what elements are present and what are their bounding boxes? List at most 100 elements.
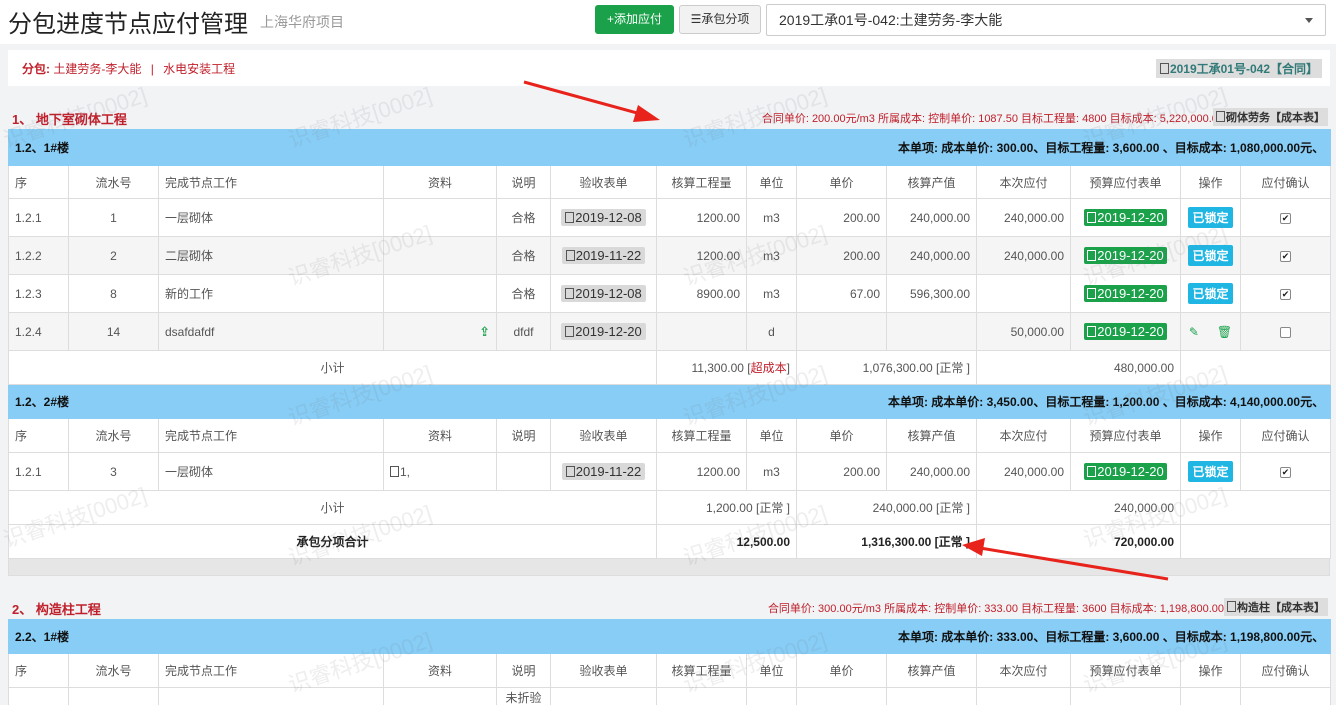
building-group-row: 2.2、1#楼 本单项: 成本单价: 333.00、目标工程量: 3,600.00… [7,619,1332,654]
building-group-row: 1.2、1#楼 本单项: 成本单价: 300.00、目标工程量: 3,600.00… [7,129,1332,166]
cost-sheet-button[interactable]: 构造柱【成本表】 [1224,598,1328,616]
document-icon [1216,111,1225,122]
price-cell: 200.00 [796,236,887,275]
acceptance-form-link[interactable]: 2019-11-22 [561,463,646,480]
column-header-row: 序流水号 完成节点工作 资料 说明 验收表单 核算工程量 单位 单价 核算产值 本次应付 预算应付表… [8,418,1332,453]
budget-form-link[interactable]: 2019-12-20 [1084,323,1167,340]
column-header: 核算工程量 [656,418,747,453]
trash-icon[interactable]: 🗑 [1217,325,1232,339]
document-icon [1087,288,1097,299]
seq-cell: 1.2.3 [8,274,69,313]
section-total-value: 1,316,300.00 [正常 ] [796,524,977,559]
building-name: 2.2、1#楼 [15,630,70,644]
page-header: 分包进度节点应付管理 上海华府项目 +添加应付 ☰承包分项 2019工承01号-… [0,0,1336,44]
building-group-header: 1.2、1#楼 本单项: 成本单价: 300.00、目标工程量: 3,600.00… [7,129,1332,166]
budget-date: 2019-12-20 [1097,464,1164,479]
serial-cell: 8 [68,274,159,313]
subtotal-label: 小计 [8,490,657,525]
confirm-checkbox[interactable] [1280,326,1292,338]
note-cell: 未折验 [496,687,551,705]
column-header: 序 [8,418,69,453]
document-icon [565,250,575,261]
acceptance-form-link[interactable]: 2019-12-20 [561,323,646,340]
budget-form-link[interactable]: 2019-12-20 [1084,209,1167,226]
column-header: 流水号 [68,418,159,453]
column-header: 完成节点工作 [158,165,384,199]
payable-cell: 240,000.00 [976,452,1071,491]
budget-form-link[interactable]: 2019-12-20 [1084,247,1167,264]
acceptance-form-link[interactable]: 2019-11-22 [561,247,646,264]
unit-cell: m3 [746,198,797,237]
document-icon [1227,601,1236,612]
seq-cell: 1.2.1 [8,198,69,237]
column-header: 说明 [496,653,551,688]
edit-icon[interactable]: ✎ [1189,325,1199,339]
doc-link[interactable]: 1, [400,465,410,479]
column-header: 单价 [796,653,887,688]
doc-cell: ⇪ [383,312,497,351]
column-header: 序 [8,165,69,199]
section-header: 2、 构造柱工程 合同单价: 300.00元/m3 所属成本: 控制单价: 33… [0,596,1336,618]
operation-cell: 已锁定 [1180,236,1241,275]
document-icon [565,326,575,337]
partial-cell [656,687,747,705]
column-header: 核算产值 [886,165,977,199]
subcontract-label: 分包: [22,62,50,76]
value-cell: 596,300.00 [886,274,977,313]
price-cell: 200.00 [796,452,887,491]
operation-cell: 已锁定 [1180,198,1241,237]
column-header: 应付确认 [1239,653,1332,688]
column-header: 资料 [383,165,497,199]
serial-cell: 14 [68,312,159,351]
cost-sheet-button[interactable]: 砌体劳务【成本表】 [1213,108,1328,126]
acceptance-date: 2019-11-22 [575,248,642,263]
unit-cell: m3 [746,236,797,275]
payable-table: 2.2、1#楼 本单项: 成本单价: 333.00、目标工程量: 3,600.00… [7,619,1332,705]
acceptance-form-link[interactable]: 2019-12-08 [561,209,646,226]
project-name: 上海华府项目 [260,14,344,30]
acceptance-date: 2019-12-08 [575,286,642,301]
locked-badge: 已锁定 [1188,207,1233,228]
confirm-checkbox[interactable]: ✔ [1280,212,1292,224]
subtotal-qty: 11,300.00 [超成本] [656,350,797,385]
cost-sheet-label: 砌体劳务【成本表】 [1226,112,1325,124]
locked-badge: 已锁定 [1188,461,1233,482]
column-header: 操作 [1180,418,1241,453]
section-meta: 合同单价: 200.00元/m3 所属成本: 控制单价: 1087.50 目标工… [761,113,1224,125]
acceptance-form-link[interactable]: 2019-12-08 [561,285,646,302]
confirm-checkbox[interactable]: ✔ [1280,466,1292,478]
work-cell: 一层砌体 [158,452,384,491]
contract-tag-button[interactable]: 2019工承01号-042【合同】 [1155,59,1322,78]
column-header: 完成节点工作 [158,653,384,688]
budget-form-link[interactable]: 2019-12-20 [1084,463,1167,480]
caret-down-icon [1305,18,1313,23]
column-header: 单价 [796,418,887,453]
partial-cell [1180,687,1241,705]
section-footer [8,558,1330,576]
confirm-cell [1239,312,1332,351]
confirm-checkbox[interactable]: ✔ [1280,288,1292,300]
serial-cell: 1 [68,198,159,237]
budget-form-cell: 2019-12-20 [1070,274,1181,313]
column-header-row: 序流水号 完成节点工作 资料 说明 验收表单 核算工程量 单位 单价 核算产值 本次应付 预算应付表… [8,653,1332,688]
partial-cell [158,687,384,705]
document-icon [565,288,575,299]
operation-cell: ✎ 🗑 [1180,312,1241,351]
add-payable-button[interactable]: +添加应付 [595,5,674,34]
payable-cell: 50,000.00 [976,312,1071,351]
partial-cell [1070,687,1181,705]
confirm-cell: ✔ [1239,236,1332,275]
acceptance-date: 2019-12-20 [575,324,642,339]
unit-cell: m3 [746,274,797,313]
budget-form-link[interactable]: 2019-12-20 [1084,285,1167,302]
contract-select[interactable]: 2019工承01号-042:土建劳务-李大能 [766,4,1326,36]
section-total-payable: 720,000.00 [976,524,1181,559]
work-cell: 新的工作 [158,274,384,313]
table-row: 未折验 [8,687,1332,705]
section-title: 1、 地下室砌体工程 [12,112,127,127]
upload-icon[interactable]: ⇪ [479,324,490,339]
subtotal-qty-value: 11,300.00 [ [691,361,751,375]
subcontract-items-button[interactable]: ☰承包分项 [679,5,761,34]
confirm-checkbox[interactable]: ✔ [1280,250,1292,262]
contract-select-value: 2019工承01号-042:土建劳务-李大能 [779,12,1003,28]
